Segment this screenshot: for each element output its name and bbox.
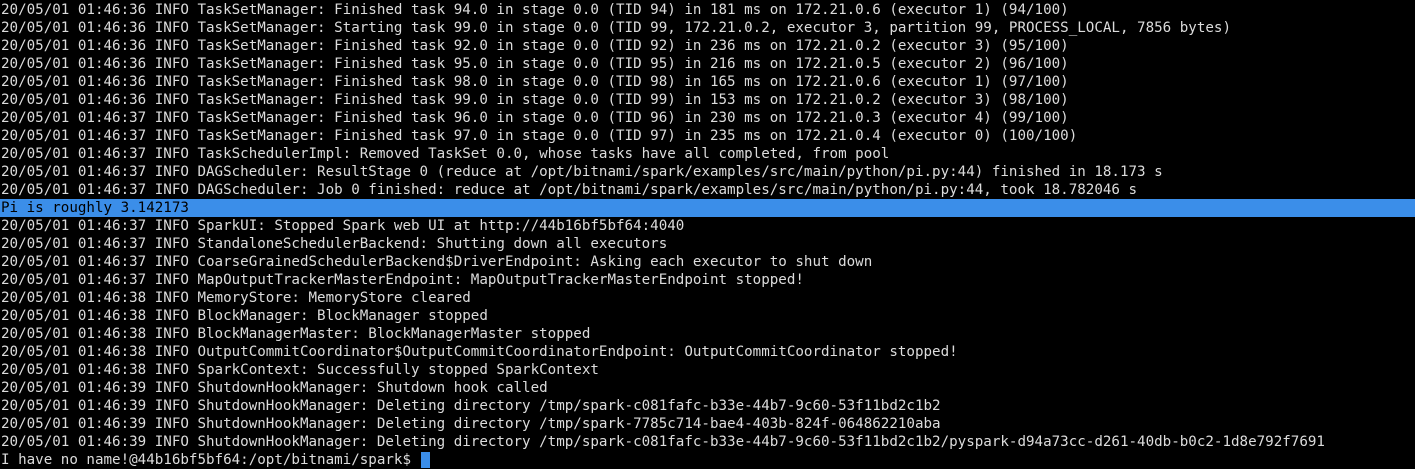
log-line: 20/05/01 01:46:37 INFO CoarseGrainedSche…: [1, 254, 873, 270]
log-line: 20/05/01 01:46:37 INFO TaskSetManager: F…: [1, 128, 1078, 144]
log-line: 20/05/01 01:46:37 INFO DAGScheduler: Job…: [1, 182, 1138, 198]
log-line: 20/05/01 01:46:37 INFO DAGScheduler: Res…: [1, 164, 1163, 180]
log-line: 20/05/01 01:46:39 INFO ShutdownHookManag…: [1, 416, 941, 432]
log-line: 20/05/01 01:46:38 INFO BlockManager: Blo…: [1, 308, 488, 324]
shell-prompt: I have no name!@44b16bf5bf64:/opt/bitnam…: [1, 452, 420, 468]
log-line: 20/05/01 01:46:36 INFO TaskSetManager: F…: [1, 56, 1069, 72]
terminal-window[interactable]: 20/05/01 01:46:36 INFO TaskSetManager: F…: [0, 0, 1415, 469]
highlighted-result-line: Pi is roughly 3.142173: [0, 199, 1415, 217]
log-line: 20/05/01 01:46:37 INFO TaskSchedulerImpl…: [1, 146, 890, 162]
log-line: 20/05/01 01:46:36 INFO TaskSetManager: F…: [1, 92, 1069, 108]
shell-prompt-line[interactable]: I have no name!@44b16bf5bf64:/opt/bitnam…: [0, 451, 1415, 469]
log-line: 20/05/01 01:46:36 INFO TaskSetManager: F…: [1, 74, 1069, 90]
log-line: 20/05/01 01:46:36 INFO TaskSetManager: S…: [1, 20, 1231, 36]
log-line: 20/05/01 01:46:37 INFO TaskSetManager: F…: [1, 110, 1069, 126]
log-line: 20/05/01 01:46:37 INFO MapOutputTrackerM…: [1, 272, 804, 288]
log-line: 20/05/01 01:46:39 INFO ShutdownHookManag…: [1, 398, 941, 414]
log-line: 20/05/01 01:46:38 INFO SparkContext: Suc…: [1, 362, 599, 378]
log-line: 20/05/01 01:46:37 INFO SparkUI: Stopped …: [1, 218, 685, 234]
log-line: 20/05/01 01:46:38 INFO OutputCommitCoord…: [1, 344, 958, 360]
log-line: 20/05/01 01:46:39 INFO ShutdownHookManag…: [1, 434, 1325, 450]
log-line: 20/05/01 01:46:38 INFO MemoryStore: Memo…: [1, 290, 471, 306]
log-line: 20/05/01 01:46:36 INFO TaskSetManager: F…: [1, 38, 1069, 54]
log-line: 20/05/01 01:46:39 INFO ShutdownHookManag…: [1, 380, 548, 396]
log-line: 20/05/01 01:46:37 INFO StandaloneSchedul…: [1, 236, 668, 252]
text-cursor: [420, 452, 430, 468]
log-line: 20/05/01 01:46:38 INFO BlockManagerMaste…: [1, 326, 591, 342]
log-line: 20/05/01 01:46:36 INFO TaskSetManager: F…: [1, 2, 1069, 18]
